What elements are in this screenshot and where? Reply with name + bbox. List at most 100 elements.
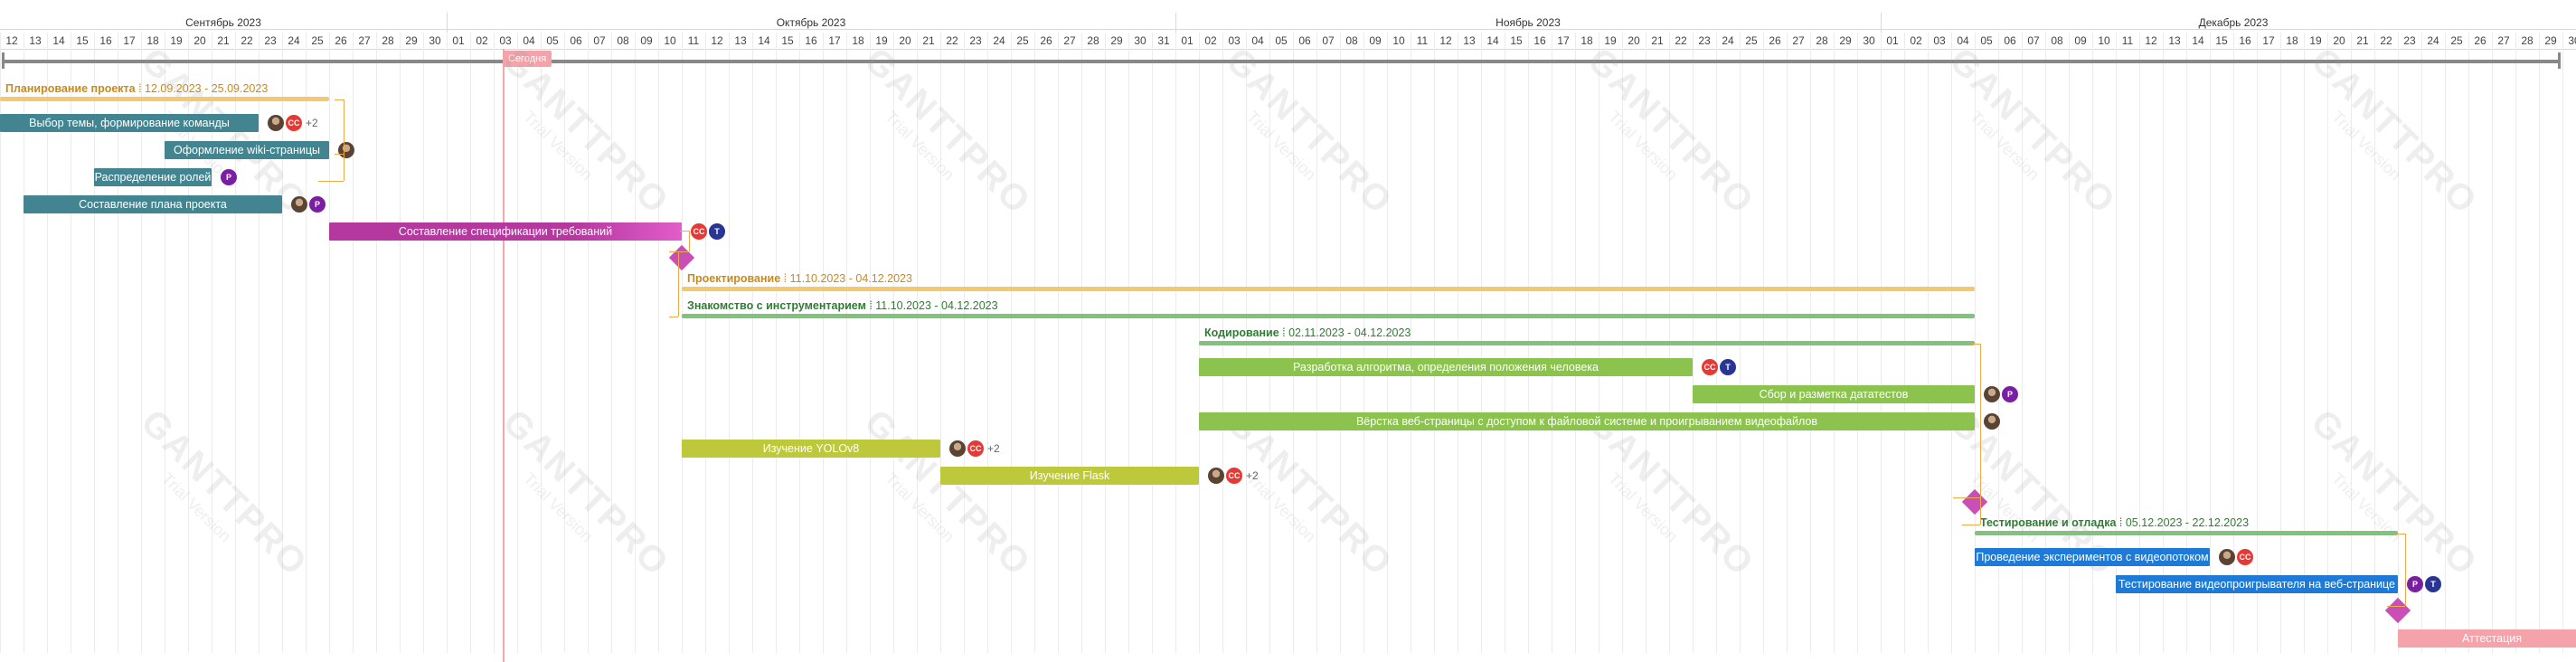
assignee-avatar[interactable]: CC <box>1702 359 1718 375</box>
group-summary-line[interactable] <box>1199 341 1975 345</box>
scale-bar-end <box>2 52 5 69</box>
assignee-avatar[interactable]: P <box>2002 386 2018 402</box>
assignee-avatar[interactable] <box>291 196 307 213</box>
task-bar[interactable]: Оформление wiki-страницы <box>165 141 329 159</box>
task-bar[interactable]: Выбор темы, формирование команды <box>0 114 259 132</box>
day-label: 05 <box>1275 34 1288 47</box>
assignee-avatar[interactable]: P <box>221 169 237 185</box>
day-gridline <box>752 33 753 653</box>
milestone-diamond[interactable] <box>2384 597 2411 624</box>
watermark: GANTTPROTrial Version <box>133 402 316 584</box>
day-label: 06 <box>2004 34 2016 47</box>
day-label: 16 <box>805 34 817 47</box>
day-label: 04 <box>1251 34 1264 47</box>
dependency-connector <box>2405 534 2406 606</box>
task-bar[interactable]: Изучение YOLOv8 <box>682 440 940 458</box>
watermark: GANTTPROTrial Version <box>2303 40 2486 222</box>
assignee-avatar[interactable]: CC <box>967 440 984 457</box>
task-bar[interactable]: Составление плана проекта <box>24 195 282 213</box>
assignee-avatar[interactable] <box>1208 468 1224 484</box>
group-summary-line[interactable] <box>0 97 329 101</box>
more-assignees-count[interactable]: +2 <box>1246 469 1259 482</box>
day-gridline <box>494 33 495 653</box>
day-label: 21 <box>1651 34 1664 47</box>
day-label: 09 <box>2074 34 2087 47</box>
task-bar[interactable]: Изучение Flask <box>940 467 1199 485</box>
task-bar[interactable]: Распределение ролей <box>94 168 212 186</box>
assignee-avatar[interactable]: T <box>709 223 725 240</box>
assignee-avatar[interactable] <box>1984 386 2000 402</box>
day-label: 26 <box>335 34 347 47</box>
day-label: 19 <box>170 34 183 47</box>
dependency-connector <box>2387 606 2405 607</box>
task-bar[interactable]: Тестирование видеопроигрывателя на веб-с… <box>2116 575 2398 593</box>
day-label: 09 <box>640 34 653 47</box>
task-bar[interactable]: Аттестация <box>2398 629 2576 648</box>
day-label: 07 <box>1322 34 1335 47</box>
day-label: 16 <box>99 34 112 47</box>
group-summary-line[interactable] <box>1975 531 2398 535</box>
assignee-avatar[interactable] <box>268 115 284 131</box>
month-label: Октябрь 2023 <box>776 16 846 29</box>
group-label[interactable]: Знакомство с инструментарием ⁞ 11.10.202… <box>687 298 998 313</box>
day-label: 22 <box>2380 34 2392 47</box>
assignee-avatar[interactable]: CC <box>286 115 302 131</box>
assignee-avatar[interactable]: CC <box>691 223 707 240</box>
day-label: 02 <box>476 34 488 47</box>
day-gridline <box>635 33 636 653</box>
day-label: 29 <box>405 34 418 47</box>
task-bar[interactable]: Вёрстка веб-страницы с доступом к файлов… <box>1199 412 1975 430</box>
day-label: 26 <box>1040 34 1052 47</box>
assignee-avatar[interactable]: CC <box>1226 468 1242 484</box>
day-label: 26 <box>1769 34 1781 47</box>
day-label: 10 <box>1392 34 1405 47</box>
assignee-avatar[interactable] <box>2219 549 2235 565</box>
day-label: 20 <box>193 34 206 47</box>
group-label[interactable]: Тестирование и отладка ⁞ 05.12.2023 - 22… <box>1980 515 2249 530</box>
day-label: 16 <box>2239 34 2251 47</box>
month-label: Ноябрь 2023 <box>1496 16 1561 29</box>
day-label: 10 <box>2098 34 2110 47</box>
day-gridline <box>705 33 706 653</box>
assignee-avatar[interactable]: P <box>309 196 326 213</box>
group-label[interactable]: Планирование проекта ⁞ 12.09.2023 - 25.0… <box>5 81 268 96</box>
task-bar[interactable]: Разработка алгоритма, определения положе… <box>1199 358 1693 376</box>
task-bar[interactable]: Сбор и разметка дататестов <box>1693 385 1975 403</box>
day-label: 02 <box>1910 34 1922 47</box>
day-gridline <box>2351 33 2352 653</box>
today-marker[interactable]: Сегодня <box>503 51 552 67</box>
task-bar[interactable]: Проведение экспериментов с видеопотоком <box>1975 548 2210 566</box>
group-summary-line[interactable] <box>682 287 1975 291</box>
assignee-avatar[interactable] <box>338 142 354 158</box>
day-label: 03 <box>1228 34 1241 47</box>
day-gridline <box>870 33 871 653</box>
more-assignees-count[interactable]: +2 <box>306 117 318 129</box>
assignee-avatar[interactable]: P <box>2407 576 2423 592</box>
day-label: 03 <box>499 34 512 47</box>
watermark: GANTTPROTrial Version <box>495 40 677 222</box>
milestone-diamond[interactable] <box>668 244 695 271</box>
day-gridline <box>1058 33 1059 653</box>
assignee-avatar[interactable] <box>949 440 966 457</box>
day-label: 30 <box>1134 34 1146 47</box>
day-label: 17 <box>828 34 841 47</box>
day-label: 27 <box>2497 34 2510 47</box>
assignee-avatar[interactable]: CC <box>2237 549 2253 565</box>
more-assignees-count[interactable]: +2 <box>987 442 1000 455</box>
group-label[interactable]: Проектирование ⁞ 11.10.2023 - 04.12.2023 <box>687 271 912 286</box>
task-bar[interactable]: Составление спецификации требований <box>329 222 682 241</box>
day-label: 25 <box>1745 34 1758 47</box>
day-label: 23 <box>1698 34 1711 47</box>
day-label: 30 <box>2568 34 2576 47</box>
group-label[interactable]: Кодирование ⁞ 02.11.2023 - 04.12.2023 <box>1204 326 1411 340</box>
assignee-avatar[interactable] <box>1984 413 2000 430</box>
assignee-avatar[interactable]: T <box>1720 359 1736 375</box>
milestone-diamond[interactable] <box>1961 488 1988 515</box>
day-label: 04 <box>523 34 535 47</box>
assignee-avatar[interactable]: T <box>2425 576 2441 592</box>
group-summary-line[interactable] <box>682 314 1975 318</box>
day-label: 29 <box>1110 34 1123 47</box>
day-label: 21 <box>2356 34 2369 47</box>
today-line <box>503 49 505 662</box>
scale-bar-end <box>2558 52 2561 69</box>
